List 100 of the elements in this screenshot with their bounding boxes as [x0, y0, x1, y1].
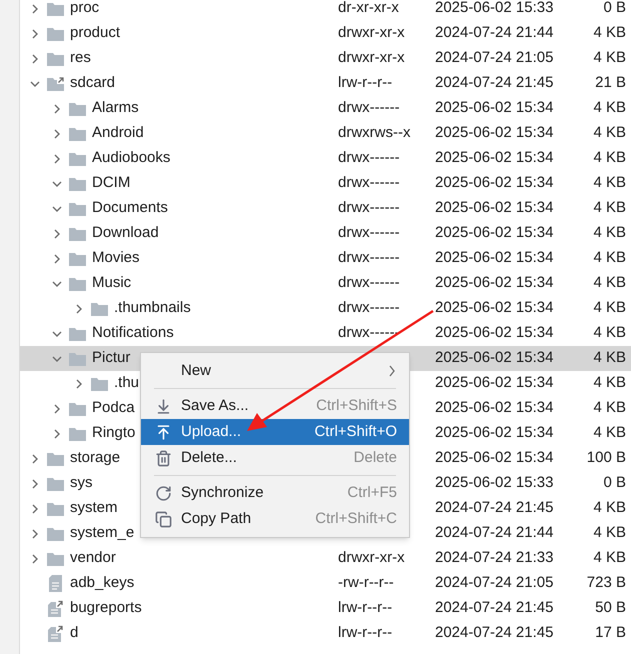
size-text: 4 KB	[593, 323, 626, 344]
size-text: 50 B	[595, 598, 626, 618]
permissions-text: -rw-r--r--	[338, 574, 394, 592]
date-text: 2025-06-02 15:34	[435, 274, 554, 292]
size-text: 4 KB	[593, 123, 626, 144]
permissions-text: drwxr-xr-x	[338, 49, 405, 66]
permissions-text: lrw-r--r--	[338, 624, 392, 642]
size-text: 4 KB	[593, 298, 626, 318]
file-name: system_e	[70, 523, 134, 544]
file-name: res	[70, 48, 91, 68]
date-text: 2024-07-24 21:45	[435, 499, 554, 516]
date-text: 2025-06-02 15:34	[435, 224, 554, 242]
date-text: 2024-07-24 21:45	[435, 624, 554, 642]
date-text: 2024-07-24 21:45	[435, 74, 554, 92]
size-text: 4 KB	[593, 248, 626, 268]
size-text: 100 B	[586, 448, 626, 468]
date-text: 2024-07-24 21:33	[435, 549, 554, 566]
permissions-text: drwxrws--x	[338, 124, 410, 142]
file-name: sdcard	[70, 73, 116, 94]
size-text: 0 B	[603, 0, 626, 18]
date-text: 2024-07-24 21:44	[435, 524, 554, 542]
date-text: 2025-06-02 15:34	[435, 99, 554, 116]
size-text: 4 KB	[593, 348, 626, 368]
date-text: 2025-06-02 15:34	[435, 399, 554, 416]
date-text: 2025-06-02 15:34	[435, 374, 554, 392]
file-name: adb_keys	[70, 573, 134, 594]
permissions-text: dr-xr-xr-x	[338, 0, 399, 16]
file-name: .thu	[114, 373, 140, 394]
file-name: DCIM	[92, 173, 130, 194]
menu-item-label: Save As...	[181, 396, 250, 416]
file-name: Alarms	[92, 98, 139, 118]
date-text: 2024-07-24 21:05	[435, 49, 554, 66]
file-name: product	[70, 23, 120, 44]
size-text: 4 KB	[593, 98, 626, 118]
size-text: 4 KB	[593, 423, 626, 444]
shortcut-text: Ctrl+Shift+S	[316, 396, 397, 416]
file-name: storage	[70, 448, 120, 468]
file-name: proc	[70, 0, 100, 18]
menu-item-label: Upload...	[181, 422, 242, 442]
permissions-text: drwxr-xr-x	[338, 549, 405, 566]
file-name: Download	[92, 223, 159, 244]
permissions-text: drwx------	[338, 299, 400, 316]
file-name: Ringto	[92, 423, 136, 444]
permissions-text: lrw-r--r--	[338, 74, 392, 92]
permissions-text: lrw-r--r--	[338, 599, 392, 616]
file-name: sys	[70, 473, 92, 494]
size-text: 4 KB	[593, 373, 626, 394]
size-text: 4 KB	[593, 548, 626, 568]
size-text: 4 KB	[593, 273, 626, 294]
file-name: Android	[92, 123, 144, 144]
size-text: 4 KB	[593, 398, 626, 418]
file-name: .thumbnails	[114, 298, 191, 318]
date-text: 2025-06-02 15:34	[435, 349, 554, 366]
permissions-text: drwx------	[338, 199, 400, 216]
permissions-text: drwxr-xr-x	[338, 24, 405, 42]
date-text: 2025-06-02 15:33	[435, 474, 554, 492]
date-text: 2025-06-02 15:34	[435, 174, 554, 192]
date-text: 2025-06-02 15:34	[435, 324, 554, 342]
date-text: 2024-07-24 21:45	[435, 599, 554, 616]
permissions-text: drwx------	[338, 249, 400, 266]
permissions-text: drwx------	[338, 99, 400, 116]
shortcut-text: Delete	[354, 448, 397, 468]
size-text: 723 B	[586, 573, 626, 594]
file-name: Notifications	[92, 323, 174, 344]
date-text: 2024-07-24 21:44	[435, 24, 554, 42]
size-text: 4 KB	[593, 223, 626, 244]
size-text: 17 B	[595, 623, 626, 644]
file-name: system	[70, 498, 118, 518]
permissions-text: drwx------	[338, 324, 400, 342]
date-text: 2025-06-02 15:34	[435, 124, 554, 142]
size-text: 4 KB	[593, 498, 626, 518]
date-text: 2025-06-02 15:34	[435, 299, 554, 316]
permissions-text: drwx------	[338, 174, 400, 192]
file-name: Documents	[92, 198, 168, 218]
file-name: bugreports	[70, 598, 142, 618]
shortcut-text: Ctrl+Shift+O	[314, 422, 397, 442]
size-text: 4 KB	[593, 523, 626, 544]
size-text: 4 KB	[593, 48, 626, 68]
menu-item-label: Synchronize	[181, 482, 265, 503]
date-text: 2025-06-02 15:34	[435, 424, 554, 442]
shortcut-text: Ctrl+Shift+C	[315, 508, 397, 529]
permissions-text: drwx------	[338, 274, 400, 292]
size-text: 4 KB	[593, 148, 626, 168]
file-name: Music	[92, 273, 132, 294]
size-text: 4 KB	[593, 173, 626, 194]
menu-item-label: Copy Path	[181, 508, 252, 529]
date-text: 2025-06-02 15:34	[435, 249, 554, 266]
size-text: 4 KB	[593, 198, 626, 218]
permissions-text: drwx------	[338, 224, 400, 242]
file-name: d	[70, 623, 78, 644]
date-text: 2025-06-02 15:34	[435, 149, 554, 166]
file-name: Audiobooks	[92, 148, 170, 168]
size-text: 4 KB	[593, 23, 626, 44]
size-text: 21 B	[595, 73, 626, 94]
shortcut-text: Ctrl+F5	[347, 482, 397, 503]
date-text: 2025-06-02 15:34	[435, 199, 554, 216]
file-name: Podca	[92, 398, 135, 418]
menu-item-label: Delete...	[181, 448, 238, 468]
file-name: vendor	[70, 548, 116, 568]
date-text: 2024-07-24 21:05	[435, 574, 554, 592]
